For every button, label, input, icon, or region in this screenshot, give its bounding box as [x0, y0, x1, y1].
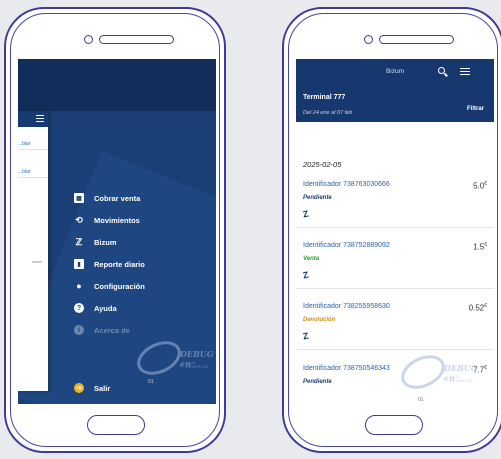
row-divider [296, 349, 494, 350]
bizum-screen: Bizum Terminal 777 Del 24 ene al 07 feb … [296, 59, 494, 404]
transaction-id: Identificador 738752889092 [303, 242, 390, 249]
page-number: 01 [418, 397, 424, 403]
menu-item-acerca-de[interactable]: i Acerca de [74, 319, 214, 341]
menu-screen: ...blar ...blar ▦ Cobrar venta ⟲ Movimie… [18, 59, 216, 404]
menu-item-ayuda[interactable]: ? Ayuda [74, 297, 214, 319]
date-range: Del 24 ene al 07 feb [303, 110, 353, 116]
collapsed-content-panel: ...blar ...blar [18, 111, 48, 391]
menu-item-label: Acerca de [94, 325, 130, 335]
transaction-status: Pendiente [303, 379, 332, 385]
transaction-status: Devolución [303, 317, 336, 323]
camera-dot [364, 35, 373, 44]
transaction-id: Identificador 738763030666 [303, 181, 390, 188]
transaction-amount: 5.0€ [473, 181, 487, 191]
phone-frame-right: Bizum Terminal 777 Del 24 ene al 07 feb … [282, 7, 501, 453]
debug-watermark: DEBUG en CAJA COMERCIAL [131, 334, 214, 382]
transaction-amount: 0.52€ [468, 303, 487, 313]
bizum-icon: Z [302, 330, 310, 342]
watermark-subtitle: CAJA COMERCIAL [450, 375, 474, 383]
home-button [87, 415, 145, 435]
navigation-menu: ▦ Cobrar venta ⟲ Movimientos ℤ Bizum ▮ R… [74, 187, 214, 341]
gear-icon: ● [76, 281, 82, 291]
bizum-header: Bizum Terminal 777 Del 24 ene al 07 feb … [296, 59, 494, 122]
menu-item-label: Ayuda [94, 303, 117, 313]
transaction-amount: 1.5€ [473, 242, 487, 252]
page-number: 01 [148, 379, 154, 385]
terminal-label: Terminal 777 [303, 94, 346, 101]
speaker-grille [99, 35, 174, 44]
menu-item-salir[interactable]: ➜ Salir [74, 377, 110, 399]
menu-item-movimientos[interactable]: ⟲ Movimientos [74, 209, 214, 231]
menu-item-label: Movimientos [94, 215, 140, 225]
menu-item-cobrar-venta[interactable]: ▦ Cobrar venta [74, 187, 214, 209]
phone-frame-left: ...blar ...blar ▦ Cobrar venta ⟲ Movimie… [4, 7, 226, 453]
panel-divider [32, 261, 42, 263]
bizum-icon: Z [302, 208, 310, 220]
row-divider [296, 288, 494, 289]
home-button [365, 415, 423, 435]
bizum-icon: ℤ [75, 236, 83, 247]
help-icon: ? [74, 303, 84, 313]
filter-button[interactable]: Filtrar [467, 106, 484, 112]
menu-item-label: Salir [94, 383, 111, 393]
transaction-id: Identificador 738750546343 [303, 365, 390, 372]
bar-chart-icon: ▮ [74, 259, 84, 269]
panel-link[interactable]: ...blar [18, 141, 48, 150]
date-group-header: 2025-02-05 [303, 160, 342, 169]
bizum-icon: Z [302, 269, 310, 281]
transaction-id: Identificador 738255958630 [303, 303, 390, 310]
transaction-status: Venta [303, 256, 320, 262]
exit-icon: ➜ [74, 383, 84, 393]
history-icon: ⟲ [75, 214, 83, 225]
watermark-subtitle: CAJA COMERCIAL [186, 361, 210, 369]
calculator-icon: ▦ [74, 193, 84, 203]
panel-link[interactable]: ...blar [18, 169, 48, 178]
menu-item-bizum[interactable]: ℤ Bizum [74, 231, 214, 253]
row-divider [296, 227, 494, 228]
menu-item-label: Reporte diario [94, 259, 145, 269]
transaction-status: Pendiente [303, 195, 332, 201]
menu-item-reporte-diario[interactable]: ▮ Reporte diario [74, 253, 214, 275]
transaction-row[interactable]: Identificador 738752889092 1.5€ Venta Z [296, 242, 494, 292]
debug-watermark: DEBUG en CAJA COMERCIAL [395, 348, 478, 396]
transaction-row[interactable]: Identificador 738763030666 5.0€ Pendient… [296, 181, 494, 231]
menu-item-label: Bizum [94, 237, 117, 247]
info-icon: i [74, 325, 84, 335]
transaction-row[interactable]: Identificador 738255958630 0.52€ Devoluc… [296, 303, 494, 353]
menu-item-label: Configuración [94, 281, 145, 291]
hamburger-menu-icon[interactable] [36, 115, 44, 122]
camera-dot [84, 35, 93, 44]
search-icon[interactable] [438, 67, 445, 74]
speaker-grille [379, 35, 454, 44]
panel-header [18, 111, 48, 127]
screen-header-band [18, 59, 216, 111]
menu-item-configuracion[interactable]: ● Configuración [74, 275, 214, 297]
hamburger-menu-icon[interactable] [460, 68, 470, 75]
menu-item-label: Cobrar venta [94, 193, 141, 203]
